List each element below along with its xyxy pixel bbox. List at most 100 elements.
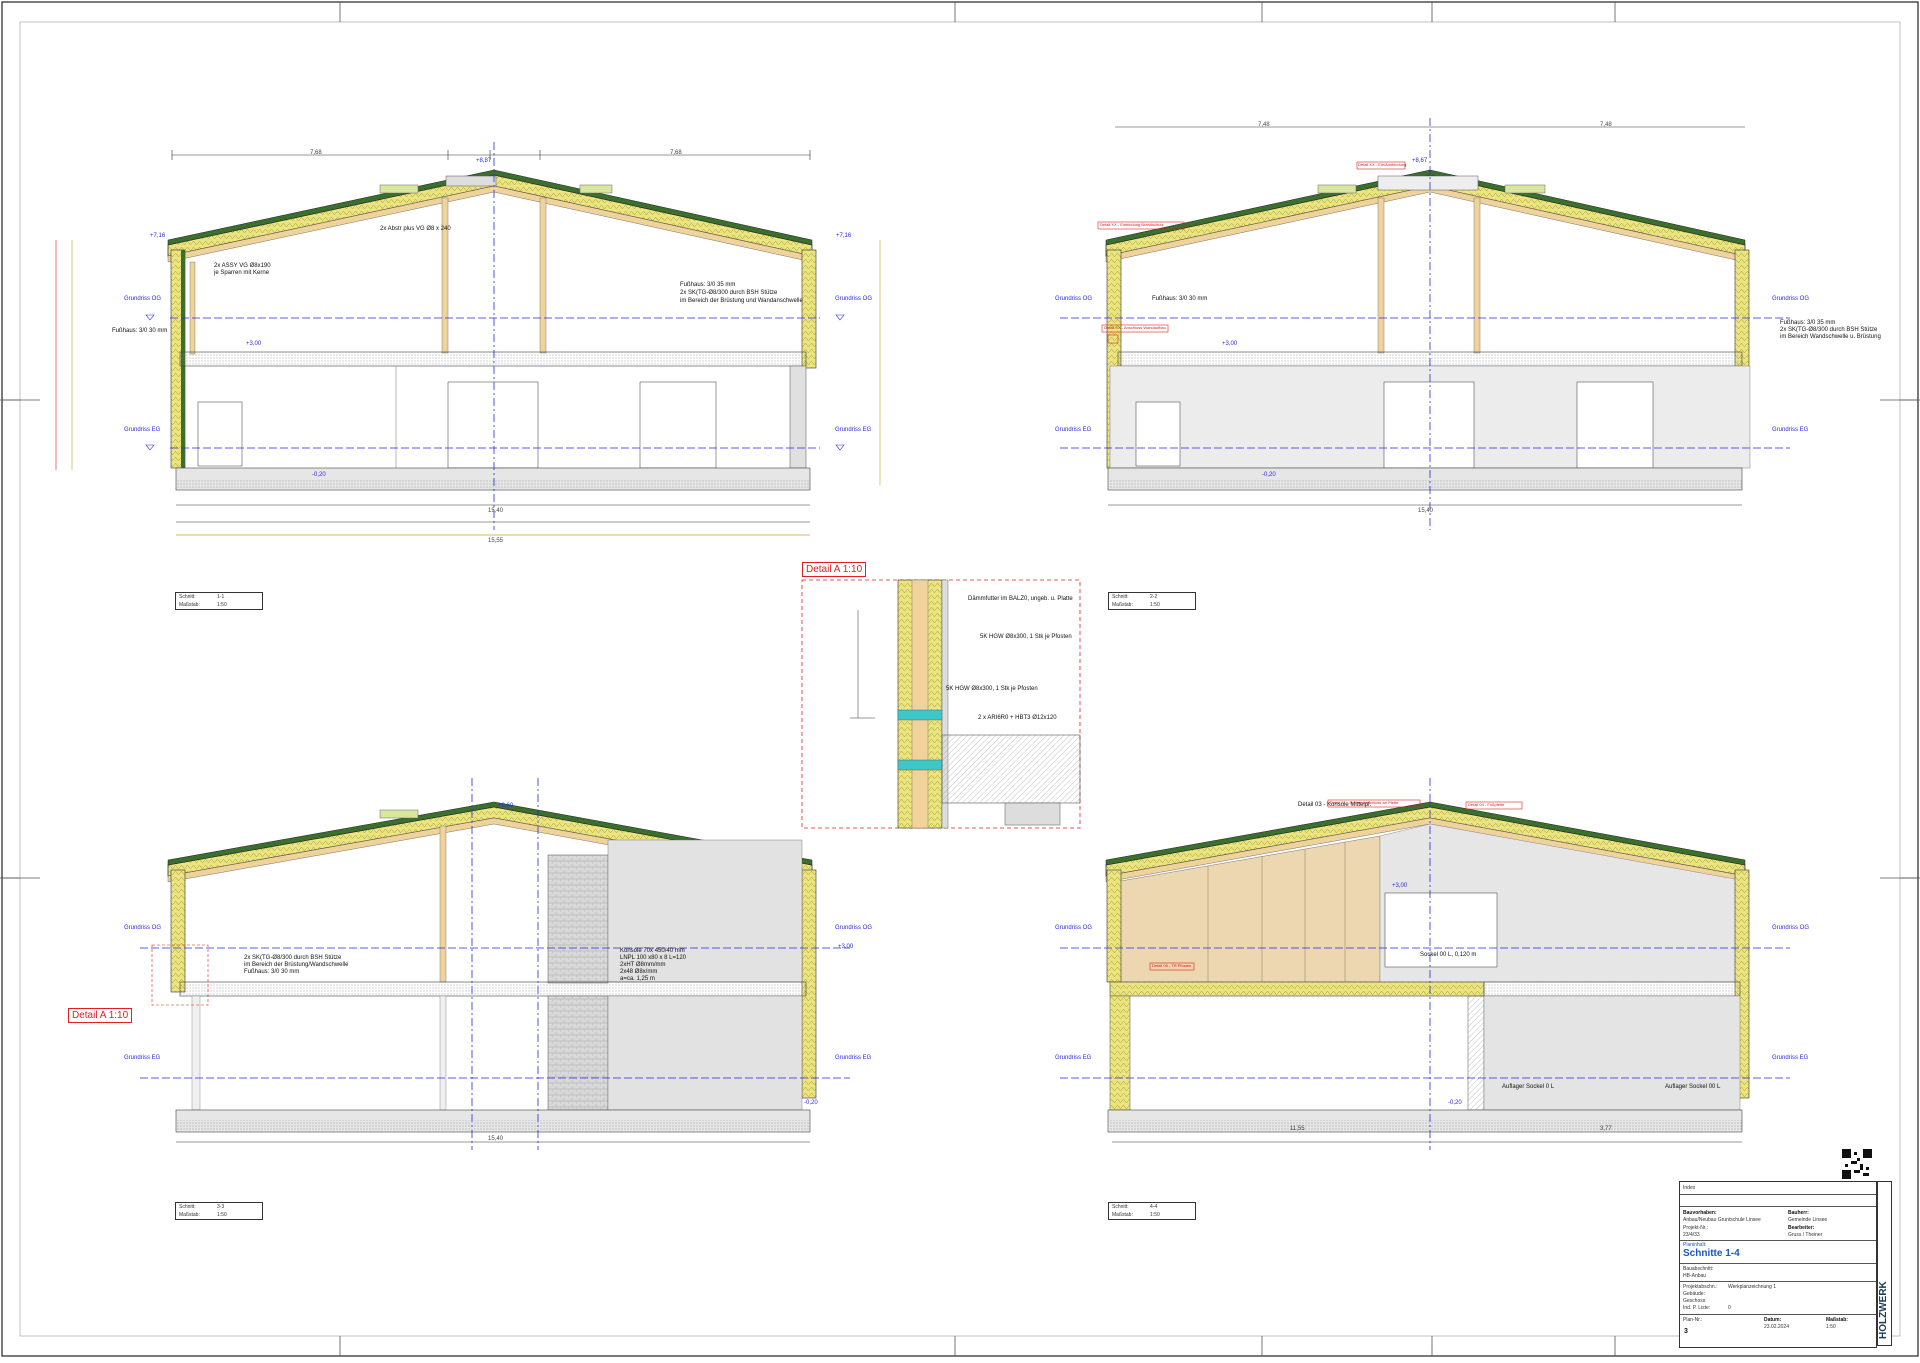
grundriss-og-label: Grundriss OG [1055,925,1093,931]
geschoss-label: Geschoss: [1683,1298,1707,1304]
annotation: 2x48 Ø8x/mm [620,969,658,975]
grundriss-og-label: Grundriss OG [835,296,873,302]
grundriss-eg-label: Grundriss EG [1772,1055,1809,1061]
detail-reference: Detail XX - Einbindung Brandschutz [1100,222,1164,227]
bauabschnitt-label: Bauabschnitt: [1683,1266,1714,1272]
grundriss-og-label: Grundriss OG [835,925,873,931]
scale-box: Schnitt: 4-4 Maßstab: 1:50 [1108,1202,1196,1220]
annotation: 2x Abstr plus VG Ø8 x 240 [380,226,451,232]
bauherr-value: Gemeinde Linsee [1788,1217,1828,1223]
detail-note: Dämmfutter im BALZ0, ungeb. u. Platte [968,596,1073,602]
annotation: Auflager Sockel 00 L [1665,1084,1721,1090]
projekt-label: Projekt-Nr.: [1683,1225,1709,1231]
drawing-canvas [0,1,1920,1357]
datum-label: Datum: [1764,1317,1782,1323]
bauvorhaben-label: Bauvorhaben: [1683,1210,1717,1216]
grundriss-eg-label: Grundriss EG [124,1055,161,1061]
gebaeude-label: Gebäude: [1683,1291,1705,1297]
detail-reference: Detail 01 - Sparrenanschluss an Pfette [1330,800,1399,805]
datum-value: 23.02.2024 [1764,1324,1790,1330]
grundriss-eg-label: Grundriss EG [835,427,872,433]
bauvorhaben-value: Anbau/Neubau Gruntschule Linsee [1683,1217,1761,1223]
detail-reference: Detail XX - Anschluss Wandaufbau [1104,325,1166,330]
annotation: im Bereich der Brüstung/Wandschwelle [244,962,349,968]
annotation: Fußhaus: 3/0 35 mm [1780,320,1836,326]
elevation: -0,20 [1448,1100,1462,1106]
detail-reference: Detail 06 - TR Pfosten [1152,963,1192,968]
grundriss-eg-label: Grundriss EG [1055,1055,1092,1061]
plan-nr-label: Plan-Nr.: [1683,1317,1703,1323]
dimension: 15,40 [488,1136,504,1142]
dimension: 15,40 [1418,508,1434,514]
planstatus-label: Projektabschn.: [1683,1284,1718,1290]
massstab-value: 1:50 [1826,1324,1836,1330]
elevation: +8,67 [1412,158,1428,164]
index-label: Index [1683,1185,1696,1191]
bearbeiter-label: Bearbeiter: [1788,1225,1815,1231]
grundriss-og-label: Grundriss OG [124,296,162,302]
annotation: LNPL 100 x80 x 8 L=120 [620,955,686,961]
annotation: Fußhaus: 3/0 30 mm [1152,296,1208,302]
elevation: +8,60 [498,803,514,809]
scale-box: Schnitt: 1-1 Maßstab: 1:50 [175,592,263,610]
annotation: je Sparren mit Kerne [214,270,270,276]
firm-name: HOLZWERK [1878,1281,1889,1339]
dimension: 7,48 [1600,122,1612,128]
plan-nr-value: 3 [1684,1328,1688,1335]
firm-logo: HOLZWERK [1877,1181,1892,1346]
grundriss-eg-label: Grundriss EG [1055,427,1092,433]
elevation: +3,00 [1222,341,1238,347]
index-nr-value: 0 [1728,1305,1731,1311]
annotation: 2x SK(TG-Ø8/300 durch BSH Stütze [1780,327,1878,333]
annotation: 2xHT Ø8mm/mm [620,962,666,968]
dimension: 7,68 [670,150,682,156]
detail-reference: Detail 04 - Fußpfette [1468,802,1505,807]
detail-a [801,579,1081,829]
index-nr-label: Ind. P. Liste: [1683,1305,1711,1311]
scale-box: Schnitt: 2-2 Maßstab: 1:50 [1108,592,1196,610]
annotation: Fußhaus: 3/0 35 mm [680,282,736,288]
grundriss-og-label: Grundriss OG [1772,296,1810,302]
annotation: Auflager Sockel 0 L [1502,1084,1555,1090]
dimension: 11,55 [1290,1126,1305,1132]
section-1-1 [55,142,881,536]
title-block: Index Bauvorhaben: Anbau/Neubau Gruntsch… [1679,1181,1877,1348]
elevation: +7,16 [836,233,852,239]
elevation: +3,00 [838,944,854,950]
annotation: 2x SK(TG-Ø8/300 durch BSH Stütze [244,955,342,961]
sheet-border [1,1,1919,1357]
massstab-label: Maßstab: [1826,1317,1848,1323]
bauherr-label: Bauherr: [1788,1210,1809,1216]
scale-box: Schnitt: 3-3 Maßstab: 1:50 [175,1202,263,1220]
elevation: +8,87 [476,158,492,164]
elevation: +3,00 [1392,883,1408,889]
detail-note: 2 x ARI6R0 + HBT3 Ø12x120 [978,715,1057,721]
elevation: -0,20 [312,472,326,478]
bauabschnitt-value: HB-Anbau [1683,1273,1707,1279]
grundriss-eg-label: Grundriss EG [124,427,161,433]
detail-note: 5K HGW Ø8x300, 1 Stk je Pfosten [980,634,1072,640]
annotation: 2x SK(TG-Ø8/300 durch BSH Stütze [680,290,778,296]
grundriss-og-label: Grundriss OG [1772,925,1810,931]
drawing-sheet: Grundriss OG Grundriss OG Grundriss EG G… [0,0,1920,1358]
elevation: +7,16 [150,233,166,239]
grundriss-og-label: Grundriss OG [124,925,162,931]
detail-reference: Detail XX - Ein/Ausbindung [1358,162,1407,167]
bearbeiter-value: Gruss / Theiner [1788,1232,1823,1238]
annotation: im Bereich der Brüstung und Wandanschwel… [680,298,803,304]
dimension: 15,40 [488,508,504,514]
annotation: Fußhaus: 3/0 30 mm [244,969,300,975]
annotation: im Bereich Wandschwelle u. Brüstung [1780,334,1881,340]
annotation: Fußhaus: 3/0 30 mm [112,328,168,334]
annotation: 2x ASSY VG Ø8x190 [214,263,271,269]
elevation: +3,00 [246,341,262,347]
grundriss-og-label: Grundriss OG [1055,296,1093,302]
dimension: 7,48 [1258,122,1270,128]
detail-a-tag[interactable]: Detail A 1:10 [68,1008,133,1023]
planstatus-value: Werkplanzeichnung 1 [1728,1284,1776,1290]
section-2-2 [1060,118,1790,530]
elevation: -0,20 [804,1100,818,1106]
dimension: 7,68 [310,150,322,156]
dimension: 15,55 [488,538,504,544]
annotation: Sockel 00 L, 0,120 m [1420,952,1477,958]
